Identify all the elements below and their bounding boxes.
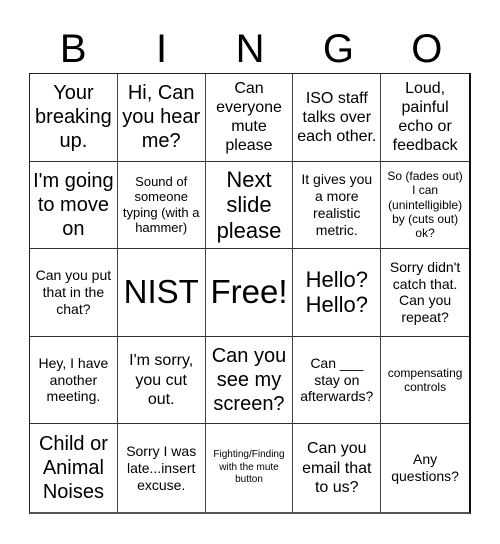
cell-text: Sorry didn't catch that. Can you repeat? (389, 258, 461, 326)
bingo-cell[interactable]: Hey, I have another meeting. (30, 336, 118, 425)
header-letter-i: I (156, 27, 168, 71)
bingo-cell[interactable]: Can you see my screen? (205, 336, 294, 425)
cell-text: Your breaking up. (35, 82, 112, 153)
cell-text: Fighting/Finding with the mute button (213, 449, 285, 486)
header-letter-o: O (411, 27, 443, 71)
cell-text: I'm going to move on (33, 169, 114, 240)
bingo-cell[interactable]: Sorry I was late...insert excuse. (118, 424, 206, 512)
bingo-header: B I N G O (29, 20, 471, 73)
cell-text: Can everyone mute please (216, 79, 282, 155)
cell-text: Child or Animal Noises (38, 433, 108, 504)
bingo-cell[interactable]: Your breaking up. (30, 74, 118, 162)
cell-text: Can ___ stay on afterwards? (300, 354, 374, 405)
bingo-cell[interactable]: compensating controls (381, 337, 469, 425)
bingo-cell[interactable]: Sorry didn't catch that. Can you repeat? (381, 249, 469, 337)
cell-text: compensating controls (387, 365, 463, 395)
cell-text: Can you email that to us? (302, 440, 372, 496)
cell-text: Hey, I have another meeting. (38, 354, 109, 405)
cell-text: Free! (210, 273, 288, 311)
header-letter-b: B (59, 27, 87, 71)
free-space-cell[interactable]: Free! (205, 249, 294, 337)
bingo-cell[interactable]: Can ___ stay on afterwards? (293, 336, 382, 425)
cell-text: ISO staff talks over each other. (297, 89, 377, 145)
bingo-cell[interactable]: Can you put that in the chat? (30, 249, 118, 337)
cell-text: Can you put that in the chat? (35, 267, 112, 317)
cell-text: Next slide please (216, 166, 282, 243)
bingo-cell[interactable]: I'm sorry, you cut out. (117, 336, 206, 425)
header-letter-n: N (235, 27, 265, 71)
bingo-cell[interactable]: So (fades out) I can (unintelligible) by… (381, 162, 469, 250)
cell-text: Can you see my screen? (211, 345, 287, 416)
bingo-cell[interactable]: Hi, Can you hear me? (117, 74, 206, 162)
cell-text: It gives you a more realistic metric. (301, 171, 373, 238)
cell-text: Loud, painful echo or feedback (392, 79, 458, 155)
cell-text: Any questions? (391, 451, 459, 485)
bingo-cell[interactable]: Sound of someone typing (with a hammer) (117, 161, 206, 250)
bingo-cell[interactable]: Next slide please (205, 161, 294, 250)
header-letter-g: G (322, 27, 354, 71)
bingo-card-grid: Your breaking up. Hi, Can you hear me? C… (29, 73, 471, 514)
bingo-cell[interactable]: Can everyone mute please (205, 74, 294, 162)
bingo-cell[interactable]: Fighting/Finding with the mute button (206, 424, 294, 512)
bingo-cell[interactable]: Can you email that to us? (293, 424, 382, 512)
bingo-cell[interactable]: Any questions? (381, 424, 469, 512)
cell-text: Hello? Hello? (305, 267, 368, 318)
bingo-cell[interactable]: It gives you a more realistic metric. (293, 161, 382, 250)
bingo-cell[interactable]: ISO staff talks over each other. (293, 74, 382, 162)
cell-text: So (fades out) I can (unintelligible) by… (387, 168, 463, 241)
bingo-cell[interactable]: Child or Animal Noises (30, 424, 118, 512)
bingo-cell[interactable]: NIST (117, 249, 206, 337)
cell-text: I'm sorry, you cut out. (129, 352, 194, 408)
cell-text: Sorry I was late...insert excuse. (126, 442, 197, 493)
bingo-cell[interactable]: Loud, painful echo or feedback (381, 74, 469, 162)
bingo-cell[interactable]: Hello? Hello? (293, 249, 382, 337)
bingo-cell[interactable]: I'm going to move on (30, 161, 118, 250)
cell-text: Sound of someone typing (with a hammer) (122, 173, 200, 236)
cell-text: Hi, Can you hear me? (122, 82, 201, 153)
cell-text: NIST (123, 273, 199, 311)
